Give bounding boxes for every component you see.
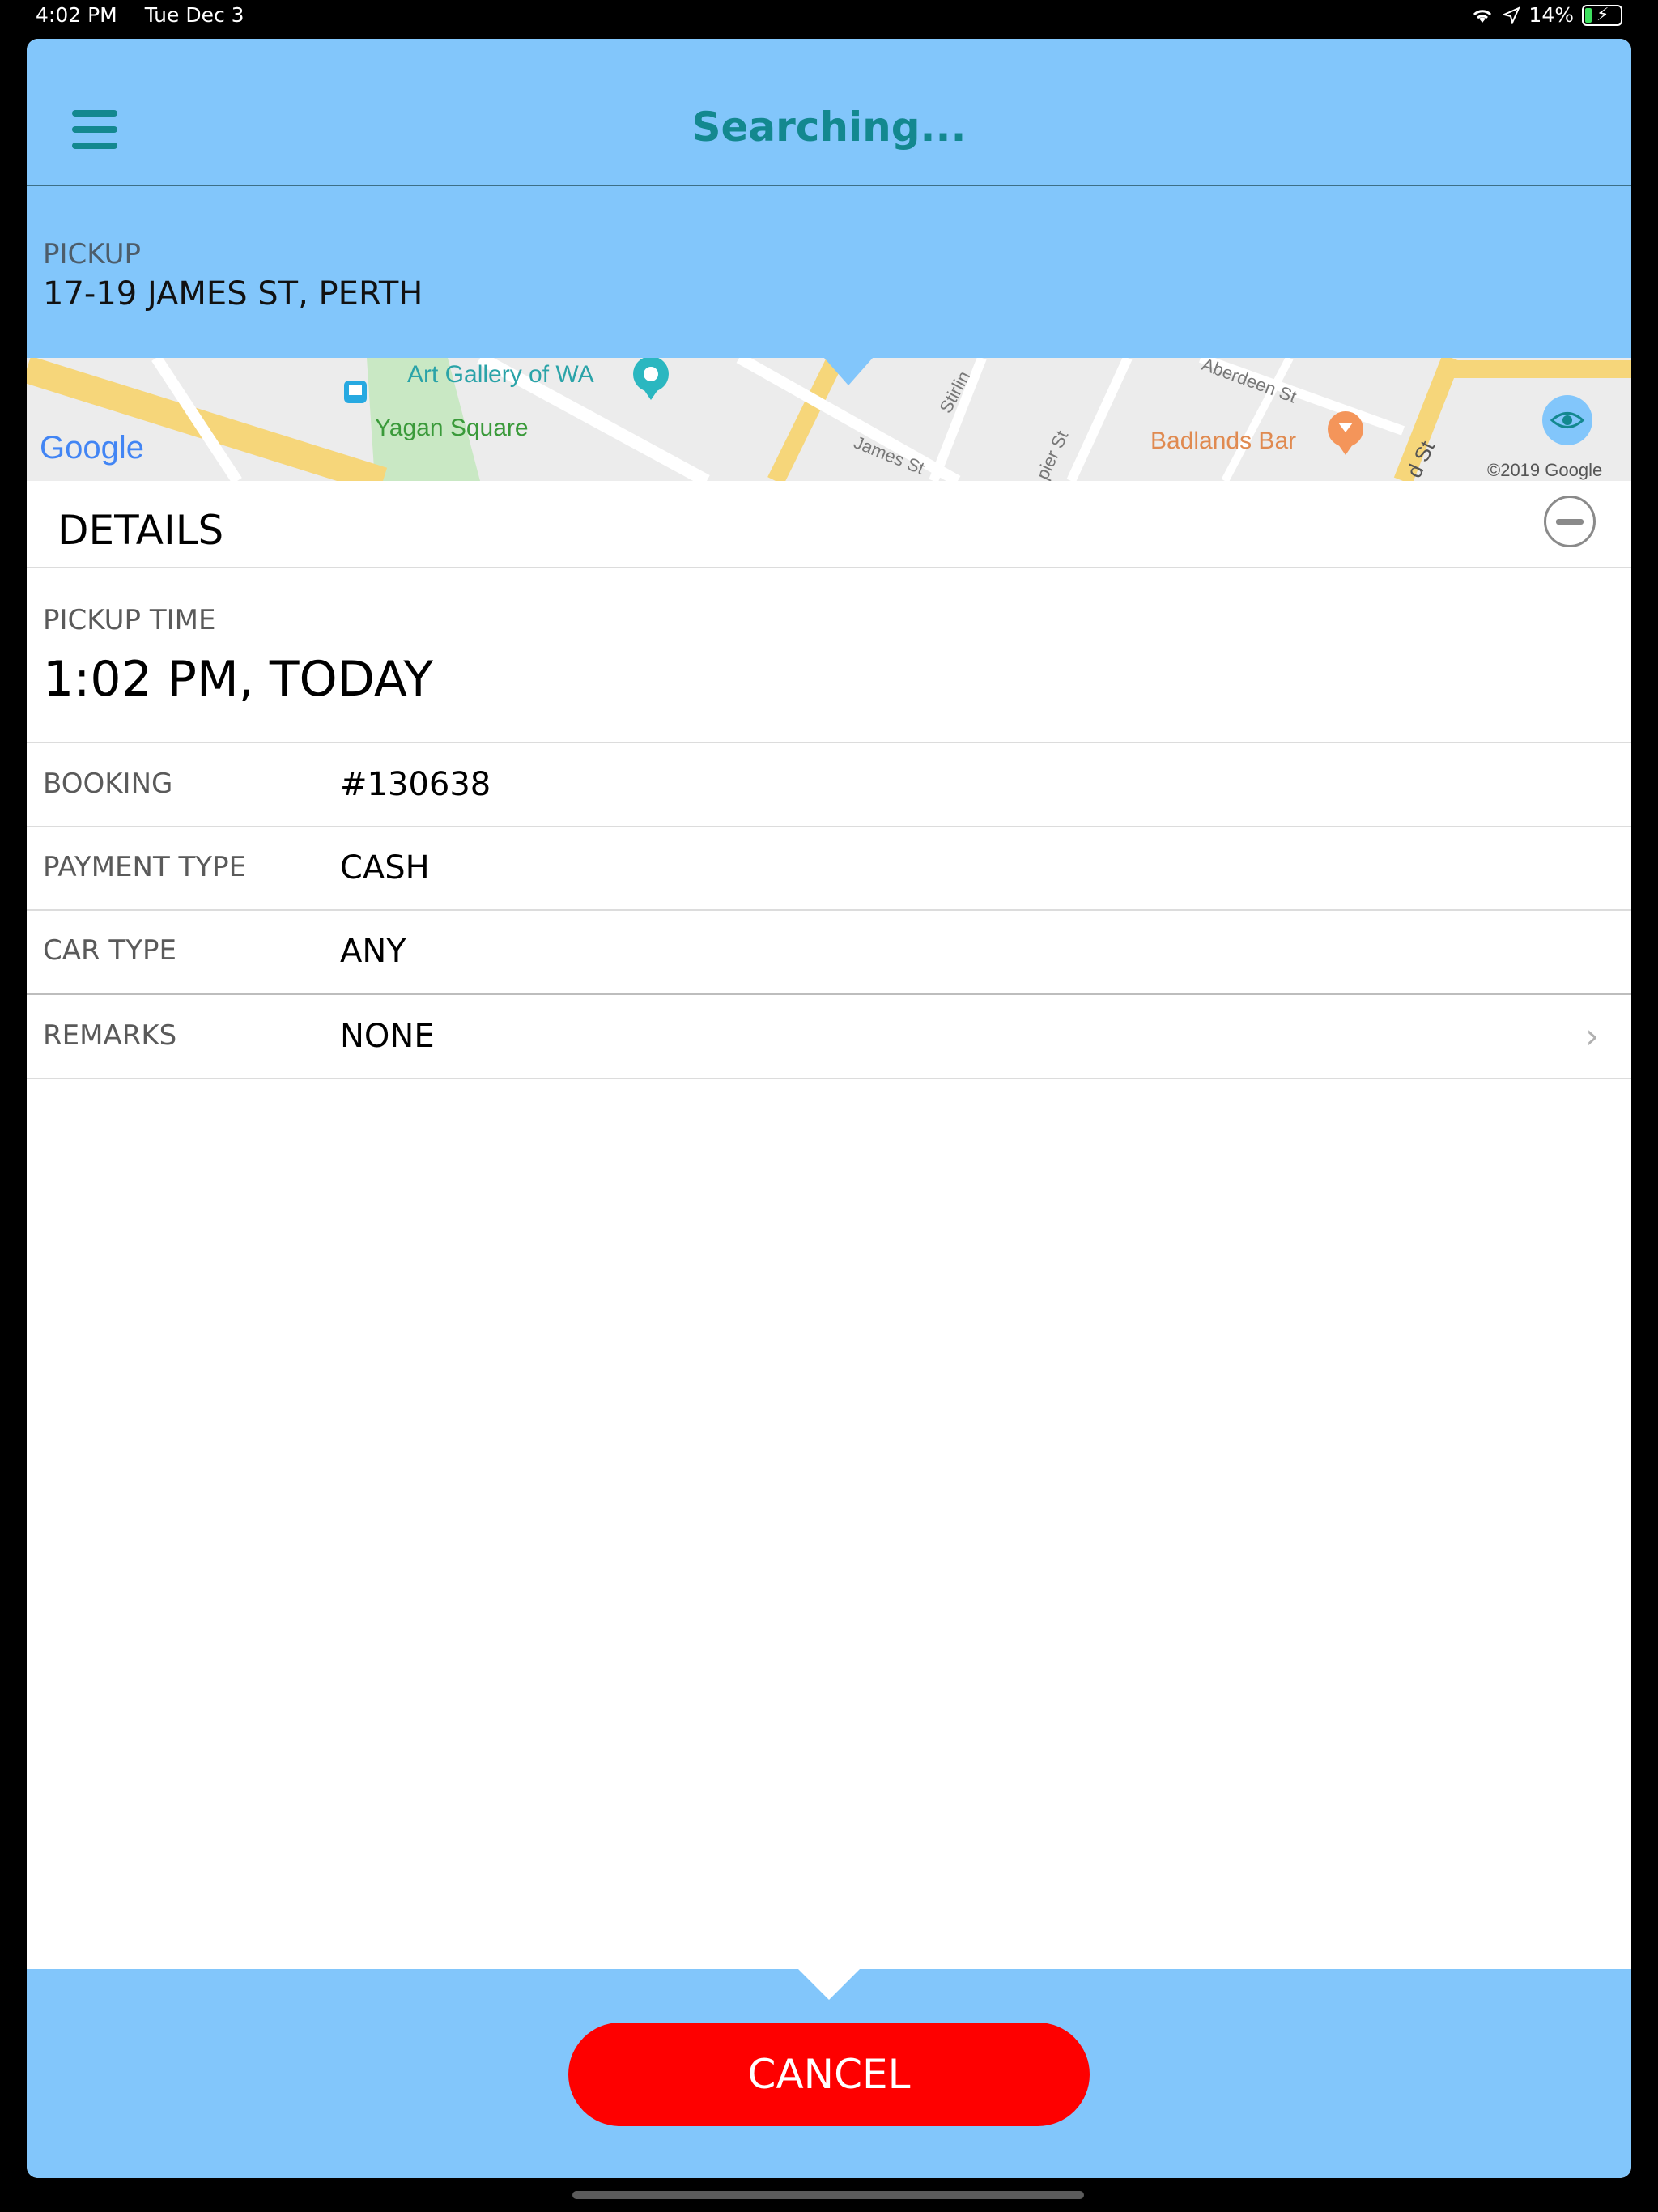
wifi-icon xyxy=(1473,9,1492,23)
remarks-label: REMARKS xyxy=(43,1019,177,1052)
footer-notch xyxy=(798,1969,860,2000)
battery-charging-icon: ⚡ xyxy=(1582,4,1622,26)
page-title: Searching... xyxy=(691,104,967,151)
bus-stop-icon xyxy=(344,381,367,403)
battery-percent: 14% xyxy=(1528,3,1574,27)
booking-value: #130638 xyxy=(340,766,491,803)
status-time: 4:02 PM xyxy=(36,3,117,27)
car-type-row: CAR TYPE ANY xyxy=(27,910,1631,994)
status-left: 4:02 PM Tue Dec 3 xyxy=(36,3,266,27)
pickup-time-section: PICKUP TIME 1:02 PM, TODAY xyxy=(27,567,1631,743)
header: Searching... xyxy=(27,39,1631,186)
pickup-time-label: PICKUP TIME xyxy=(43,604,216,636)
remarks-row[interactable]: REMARKS NONE › xyxy=(27,993,1631,1079)
map-view[interactable]: Art Gallery of WA Yagan Square Badlands … xyxy=(27,358,1631,481)
booking-label: BOOKING xyxy=(43,768,173,800)
car-type-label: CAR TYPE xyxy=(43,934,176,967)
chevron-right-icon: › xyxy=(1585,1016,1599,1056)
location-arrow-icon xyxy=(1503,6,1521,24)
app-window: Searching... PICKUP 17-19 JAMES ST, PERT… xyxy=(27,39,1631,2178)
status-date: Tue Dec 3 xyxy=(144,3,244,27)
payment-type-row: PAYMENT TYPE CASH xyxy=(27,827,1631,911)
map-place-badlands-bar: Badlands Bar xyxy=(1150,428,1296,454)
details-title: DETAILS xyxy=(57,507,224,554)
minus-circle-icon[interactable] xyxy=(1544,496,1596,547)
pickup-address: 17-19 JAMES ST, PERTH xyxy=(43,275,423,313)
map-place-yagan-square: Yagan Square xyxy=(375,415,529,441)
status-bar: 4:02 PM Tue Dec 3 14% ⚡ xyxy=(0,0,1658,32)
remarks-value: NONE xyxy=(340,1018,435,1055)
map-copyright: ©2019 Google xyxy=(1487,460,1602,480)
home-indicator xyxy=(572,2191,1084,2199)
map-place-art-gallery: Art Gallery of WA xyxy=(407,361,594,388)
pickup-label: PICKUP xyxy=(43,238,142,270)
booking-row: BOOKING #130638 xyxy=(27,743,1631,827)
car-type-value: ANY xyxy=(340,933,406,970)
map-canvas: Art Gallery of WA Yagan Square Badlands … xyxy=(27,358,1631,481)
status-right: 14% ⚡ xyxy=(1470,3,1622,27)
payment-type-label: PAYMENT TYPE xyxy=(43,851,247,883)
eye-icon[interactable] xyxy=(1542,395,1592,445)
footer: CANCEL xyxy=(27,1969,1631,2178)
cancel-button[interactable]: CANCEL xyxy=(568,2023,1090,2126)
google-logo: Google xyxy=(40,430,144,466)
details-header: DETAILS xyxy=(27,483,1631,568)
payment-type-value: CASH xyxy=(340,849,430,887)
pickup-panel: PICKUP 17-19 JAMES ST, PERTH xyxy=(27,186,1631,358)
pickup-time-value: 1:02 PM, TODAY xyxy=(43,651,433,708)
